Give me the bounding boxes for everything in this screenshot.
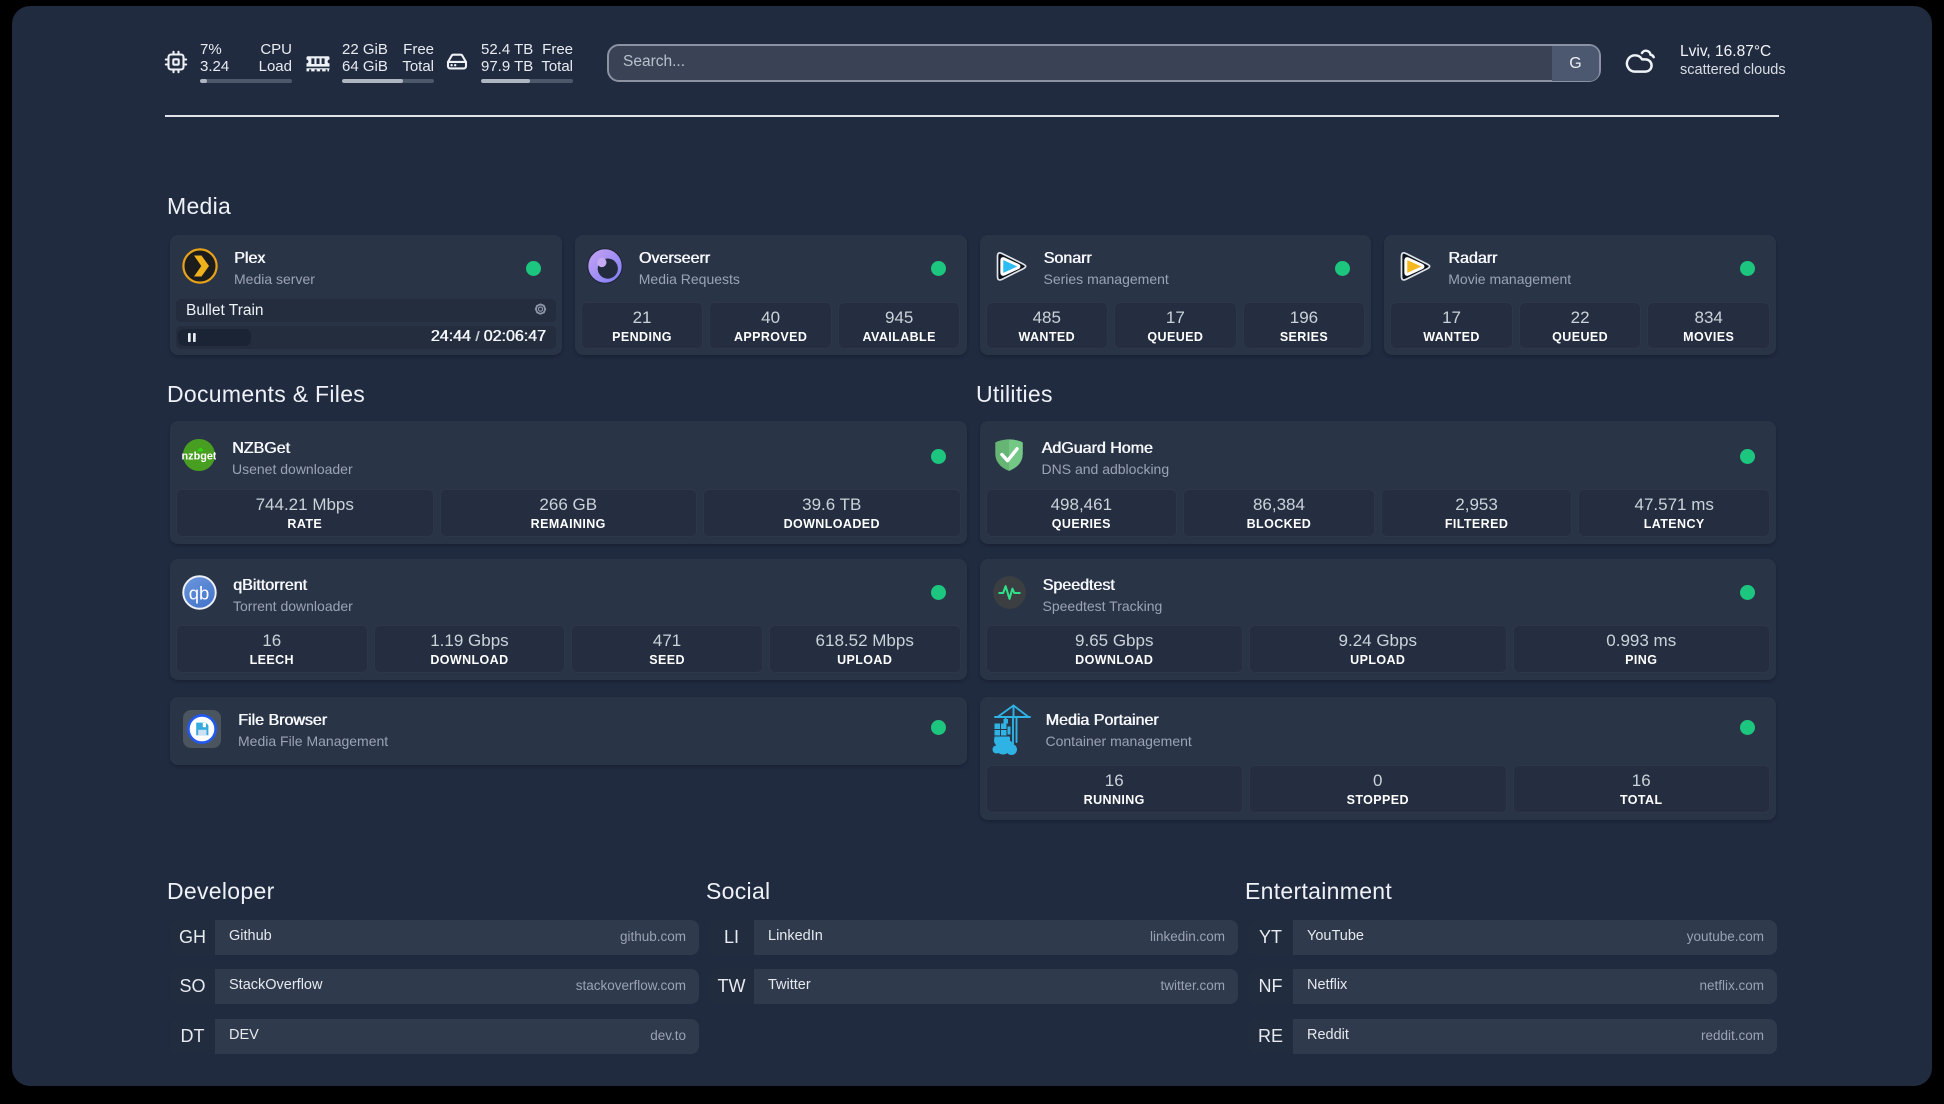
svg-text:qb: qb bbox=[189, 582, 210, 603]
svg-text:nzbget: nzbget bbox=[182, 450, 216, 462]
